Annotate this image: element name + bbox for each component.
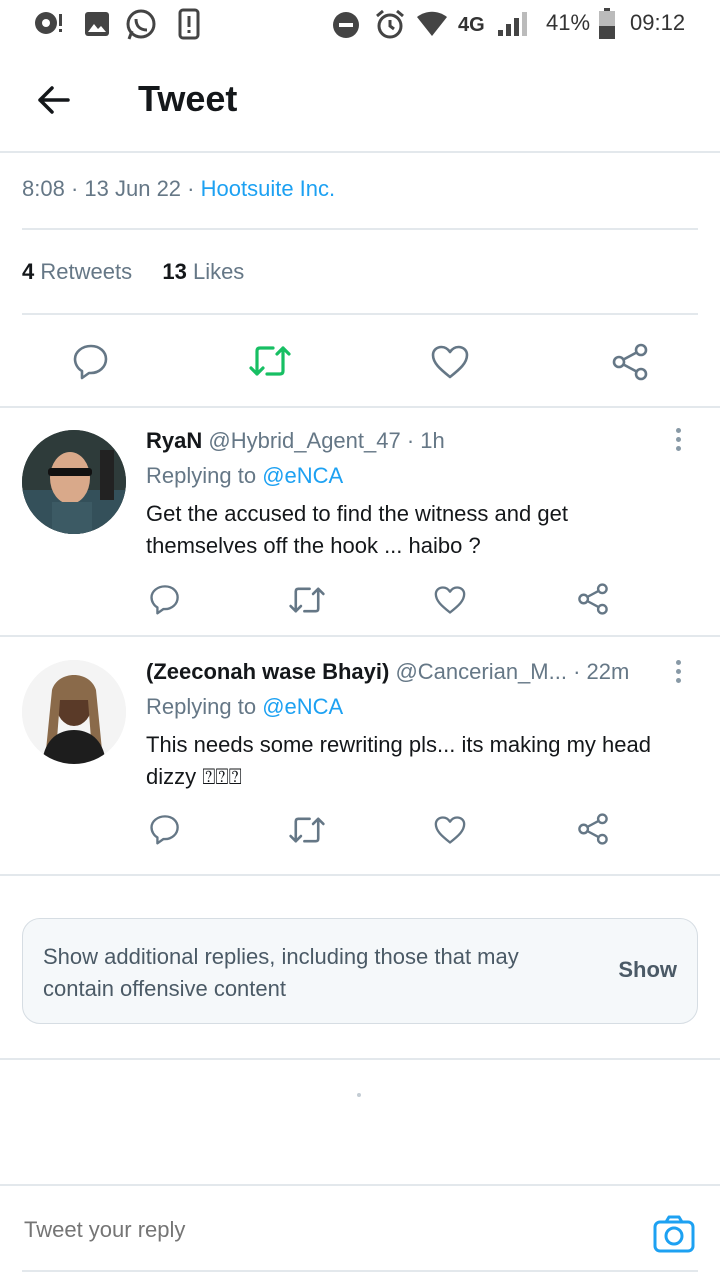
retweet-button[interactable] bbox=[288, 585, 326, 615]
heart-icon bbox=[431, 345, 469, 379]
whatsapp-icon bbox=[124, 8, 158, 47]
retweets-label: Retweets bbox=[40, 259, 133, 284]
likes-count: 13 bbox=[162, 259, 187, 284]
divider bbox=[22, 313, 698, 315]
share-icon bbox=[612, 343, 648, 381]
retweet-icon bbox=[249, 346, 291, 376]
retweet-icon bbox=[289, 587, 325, 613]
divider bbox=[22, 228, 698, 230]
camera-icon bbox=[653, 1215, 695, 1253]
retweets-count: 4 bbox=[22, 259, 35, 284]
like-button[interactable] bbox=[430, 344, 470, 380]
divider bbox=[0, 1184, 720, 1186]
reply-text: Get the accused to find the witness and … bbox=[146, 498, 706, 562]
heart-icon bbox=[434, 816, 466, 844]
network-type: 4G bbox=[458, 14, 485, 36]
share-icon bbox=[578, 813, 608, 845]
avatar-image bbox=[22, 430, 126, 534]
retweet-button[interactable] bbox=[248, 344, 292, 378]
battery-percent: 41% bbox=[546, 10, 591, 35]
divider bbox=[0, 1058, 720, 1060]
share-button[interactable] bbox=[576, 582, 610, 616]
avatar[interactable] bbox=[22, 430, 126, 534]
status-bar: 4G 41% 09:12 bbox=[0, 0, 720, 48]
reply-author-name[interactable]: RyaN bbox=[146, 428, 202, 453]
camera-button[interactable] bbox=[652, 1214, 696, 1254]
additional-replies-box[interactable]: Show additional replies, including those… bbox=[22, 918, 698, 1024]
more-options-button[interactable] bbox=[676, 660, 686, 687]
page-title: Tweet bbox=[138, 78, 238, 119]
back-button[interactable] bbox=[34, 80, 74, 120]
reply-author-handle[interactable]: @Hybrid_Agent_47 bbox=[208, 428, 400, 453]
reply-time: · 1h bbox=[406, 428, 445, 453]
alert-icon bbox=[178, 8, 200, 45]
like-button[interactable] bbox=[433, 585, 467, 615]
retweet-button[interactable] bbox=[288, 815, 326, 845]
tweet-time: 8:08 bbox=[22, 176, 65, 201]
replying-to-link[interactable]: @eNCA bbox=[262, 463, 343, 488]
reply-text-line: This needs some rewriting pls... its mak… bbox=[146, 732, 651, 757]
likes-label: Likes bbox=[192, 259, 245, 284]
avatar-image bbox=[22, 660, 126, 764]
tweet-date: 13 Jun 22 bbox=[84, 176, 182, 201]
reply-text-line: Get the accused to find the witness and … bbox=[146, 501, 568, 526]
signal-icon bbox=[496, 10, 530, 43]
reply-button[interactable] bbox=[72, 342, 110, 380]
reply-icon bbox=[150, 585, 179, 615]
tweet-stats: 4 Retweets 13 Likes bbox=[22, 259, 244, 285]
likes-link[interactable]: 13 Likes bbox=[162, 259, 244, 284]
share-button[interactable] bbox=[576, 812, 610, 846]
gallery-icon bbox=[84, 11, 110, 42]
divider bbox=[0, 635, 720, 637]
reply-author-name[interactable]: (Zeeconah wase Bhayi) bbox=[146, 659, 389, 684]
reply-text: This needs some rewriting pls... its mak… bbox=[146, 729, 706, 793]
do-not-disturb-icon bbox=[332, 11, 360, 44]
replying-to-label: Replying to bbox=[146, 463, 257, 488]
reply-text-line: dizzy ⍰⍰⍰ bbox=[146, 764, 242, 789]
reply-button[interactable] bbox=[149, 583, 181, 615]
reply-icon bbox=[150, 815, 179, 845]
divider bbox=[0, 151, 720, 153]
back-arrow-icon bbox=[38, 86, 70, 114]
reply-button[interactable] bbox=[149, 813, 181, 845]
clock: 09:12 bbox=[630, 10, 686, 35]
heart-icon bbox=[434, 586, 466, 614]
tweet-meta: 8:08 · 13 Jun 22 · Hootsuite Inc. bbox=[22, 176, 336, 201]
reply-time: · 22m bbox=[573, 659, 630, 684]
share-button[interactable] bbox=[610, 342, 650, 382]
reply-text-line: themselves off the hook ... haibo ? bbox=[146, 533, 481, 558]
avatar[interactable] bbox=[22, 660, 126, 764]
additional-replies-text: Show additional replies, including those… bbox=[43, 944, 519, 1001]
replying-to-label: Replying to bbox=[146, 694, 257, 719]
divider bbox=[0, 406, 720, 408]
notification-icon bbox=[34, 10, 68, 41]
replying-to-link[interactable]: @eNCA bbox=[262, 694, 343, 719]
loading-indicator bbox=[357, 1093, 361, 1097]
battery-icon bbox=[598, 8, 616, 45]
show-button[interactable]: Show bbox=[618, 957, 677, 983]
retweet-icon bbox=[289, 817, 325, 843]
share-icon bbox=[578, 583, 608, 615]
divider bbox=[22, 1270, 698, 1272]
reply-icon bbox=[73, 344, 108, 380]
divider bbox=[0, 874, 720, 876]
alarm-icon bbox=[374, 8, 406, 45]
more-options-button[interactable] bbox=[676, 428, 686, 455]
reply-author-handle[interactable]: @Cancerian_M... bbox=[395, 659, 567, 684]
retweets-link[interactable]: 4 Retweets bbox=[22, 259, 132, 284]
wifi-icon bbox=[416, 11, 448, 42]
tweet-source-link[interactable]: Hootsuite Inc. bbox=[201, 176, 336, 201]
reply-input[interactable] bbox=[22, 1216, 586, 1244]
like-button[interactable] bbox=[433, 815, 467, 845]
